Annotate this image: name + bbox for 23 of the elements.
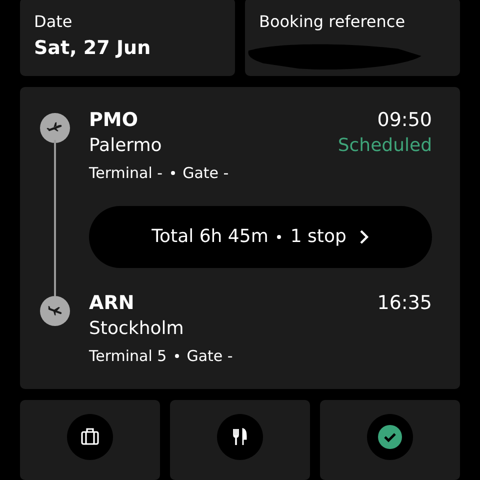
info-value: Sat, 27 Jun	[34, 37, 152, 59]
info-label: Booking reference	[259, 12, 406, 31]
airport-code: PMO	[89, 108, 138, 131]
gate-info: Gate -	[182, 164, 229, 182]
city-name: Palermo	[89, 134, 162, 156]
airport-code: ARN	[89, 292, 134, 314]
action-card[interactable]	[320, 400, 460, 480]
info-label: Date	[34, 12, 74, 31]
gate-info: Gate -	[186, 346, 233, 365]
separator-dot-icon	[174, 354, 179, 358]
suitcase-icon	[67, 414, 113, 460]
flight-time: 16:35	[377, 292, 432, 314]
terminal-info: Terminal -	[89, 164, 163, 182]
separator-dot-icon	[170, 170, 175, 175]
plane-landing-icon	[40, 296, 70, 326]
terminal-info: Terminal 5	[89, 346, 167, 365]
itinerary-summary-button[interactable]: Total 6h 45m 1 stop	[89, 206, 432, 268]
city-name: Stockholm	[89, 318, 184, 339]
flight-time: 09:50	[377, 108, 432, 131]
flight-status: Scheduled	[338, 134, 432, 156]
plane-takeoff-icon	[40, 112, 70, 143]
chevron-right-icon	[359, 228, 370, 245]
fork-knife-icon	[217, 414, 263, 460]
